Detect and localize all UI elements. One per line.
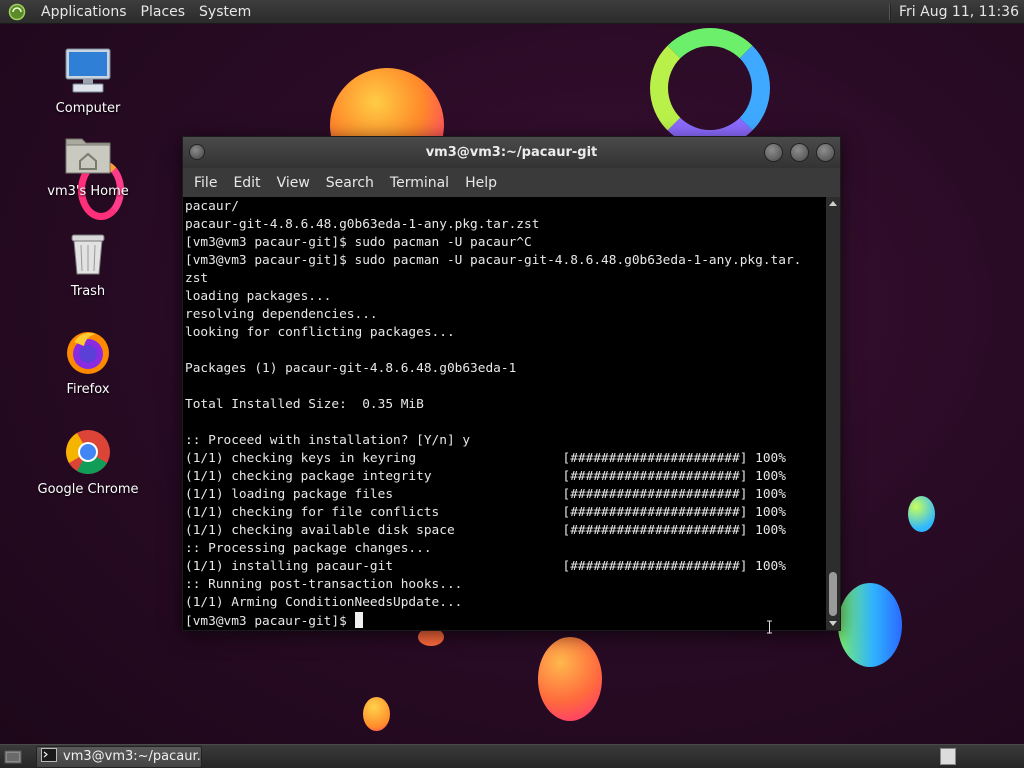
menu-help[interactable]: Help	[457, 175, 505, 191]
taskbar-terminal-button[interactable]: vm3@vm3:~/pacaur...	[36, 745, 202, 768]
text-cursor-icon	[767, 620, 772, 634]
terminal-line: (1/1) checking for file conflicts [#####…	[185, 505, 786, 520]
terminal-output[interactable]: pacaur/pacaur-git-4.8.6.48.g0b63eda-1-an…	[183, 197, 826, 630]
desktop-icon-home[interactable]: vm3's Home	[33, 128, 143, 199]
window-controls	[764, 143, 835, 162]
taskbar-task-label: vm3@vm3:~/pacaur...	[63, 749, 201, 764]
chrome-icon	[62, 426, 114, 478]
window-menu-button[interactable]	[189, 144, 205, 160]
terminal-scrollbar[interactable]	[826, 197, 840, 630]
terminal-line: Packages (1) pacaur-git-4.8.6.48.g0b63ed…	[185, 361, 517, 376]
scroll-up-arrow-icon[interactable]	[829, 201, 837, 206]
desktop-icon-computer[interactable]: Computer	[33, 45, 143, 116]
terminal-line: (1/1) loading package files [###########…	[185, 487, 786, 502]
terminal-line: pacaur/	[185, 199, 239, 214]
terminal-line: (1/1) checking available disk space [###…	[185, 523, 786, 538]
shell-prompt: [vm3@vm3 pacaur-git]$	[185, 614, 355, 629]
places-menu[interactable]: Places	[134, 4, 193, 20]
trash-icon	[62, 228, 114, 280]
terminal-line: looking for conflicting packages...	[185, 325, 455, 340]
terminal-line: :: Running post-transaction hooks...	[185, 577, 463, 592]
terminal-line: [vm3@vm3 pacaur-git]$ sudo pacman -U pac…	[185, 253, 802, 268]
desktop-icon-label: Computer	[55, 101, 121, 116]
terminal-line: :: Proceed with installation? [Y/n] y	[185, 433, 471, 448]
terminal-window[interactable]: vm3@vm3:~/pacaur-git File Edit View Sear…	[182, 136, 841, 634]
terminal-titlebar[interactable]: vm3@vm3:~/pacaur-git	[183, 137, 840, 168]
terminal-line: pacaur-git-4.8.6.48.g0b63eda-1-any.pkg.t…	[185, 217, 540, 232]
menu-file[interactable]: File	[186, 175, 225, 191]
menu-terminal[interactable]: Terminal	[382, 175, 457, 191]
terminal-line: [vm3@vm3 pacaur-git]$ sudo pacman -U pac…	[185, 235, 532, 250]
terminal-line: zst	[185, 271, 209, 286]
workspace-switcher[interactable]	[940, 748, 956, 765]
bottom-panel: vm3@vm3:~/pacaur...	[0, 744, 1024, 768]
wallpaper-rainbow-ring	[650, 28, 770, 148]
minimize-button[interactable]	[764, 143, 783, 162]
firefox-icon	[62, 326, 114, 378]
desktop-icon-firefox[interactable]: Firefox	[33, 326, 143, 397]
wallpaper-blue-orb	[838, 583, 902, 667]
menu-search[interactable]: Search	[318, 175, 382, 191]
menu-view[interactable]: View	[269, 175, 318, 191]
panel-separator	[889, 3, 892, 20]
wallpaper-bottom-orb	[538, 637, 602, 721]
terminal-line: (1/1) checking keys in keyring [########…	[185, 451, 786, 466]
terminal-line: Total Installed Size: 0.35 MiB	[185, 397, 424, 412]
mate-logo-icon[interactable]	[8, 3, 26, 21]
scrollbar-thumb[interactable]	[829, 572, 837, 616]
wallpaper-small-blue-orb	[908, 496, 935, 532]
desktop-icon-label: Google Chrome	[37, 482, 139, 497]
wallpaper-tiny-orb	[363, 697, 390, 731]
maximize-button[interactable]	[790, 143, 809, 162]
menu-edit[interactable]: Edit	[225, 175, 268, 191]
terminal-prompt-line: [vm3@vm3 pacaur-git]$	[185, 612, 826, 630]
terminal-line: (1/1) Arming ConditionNeedsUpdate...	[185, 595, 463, 610]
desktop-icon-label: Firefox	[66, 382, 110, 397]
terminal-line: (1/1) checking package integrity [######…	[185, 469, 786, 484]
terminal-app-icon	[41, 747, 57, 766]
terminal-line: (1/1) installing pacaur-git [###########…	[185, 559, 786, 574]
terminal-line: loading packages...	[185, 289, 332, 304]
computer-icon	[62, 45, 114, 97]
terminal-cursor	[354, 612, 363, 628]
window-title: vm3@vm3:~/pacaur-git	[425, 145, 598, 160]
home-folder-icon	[62, 128, 114, 180]
top-panel: Applications Places System Fri Aug 11, 1…	[0, 0, 1024, 24]
scroll-down-arrow-icon[interactable]	[829, 621, 837, 626]
desktop-icon-trash[interactable]: Trash	[33, 228, 143, 299]
desktop-icon-label: Trash	[70, 284, 106, 299]
close-button[interactable]	[816, 143, 835, 162]
terminal-line: resolving dependencies...	[185, 307, 378, 322]
desktop-icon-chrome[interactable]: Google Chrome	[33, 426, 143, 497]
applications-menu[interactable]: Applications	[34, 4, 134, 20]
terminal-line: :: Processing package changes...	[185, 541, 432, 556]
clock[interactable]: Fri Aug 11, 11:36	[899, 4, 1024, 20]
desktop-icon-label: vm3's Home	[47, 184, 129, 199]
system-menu[interactable]: System	[192, 4, 258, 20]
terminal-menubar: File Edit View Search Terminal Help	[183, 168, 840, 197]
show-desktop-icon[interactable]	[2, 747, 24, 767]
clock-area: Fri Aug 11, 11:36	[889, 0, 1024, 24]
